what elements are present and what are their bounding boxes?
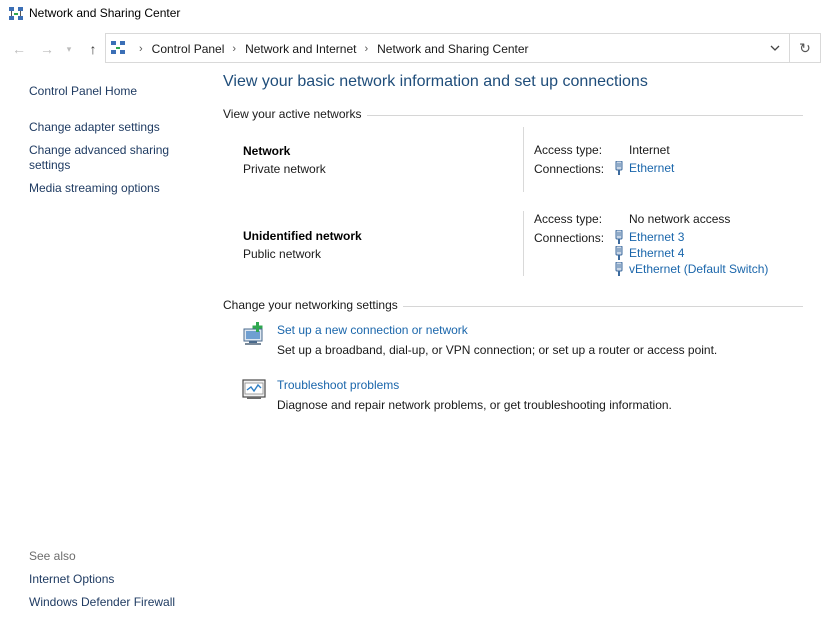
connection-name[interactable]: Ethernet <box>629 161 674 175</box>
troubleshoot-description: Diagnose and repair network problems, or… <box>277 398 672 412</box>
control-panel-home-link[interactable]: Control Panel Home <box>29 84 204 99</box>
troubleshoot-problems-link[interactable]: Troubleshoot problems <box>277 378 399 392</box>
access-type-label: Access type: <box>534 212 603 226</box>
connection-name[interactable]: Ethernet 4 <box>629 246 684 260</box>
connection-vethernet-link[interactable]: vEthernet (Default Switch) <box>613 262 768 276</box>
see-also-title: See also <box>29 549 76 563</box>
setup-connection-link[interactable]: Set up a new connection or network <box>277 323 468 337</box>
ethernet-icon <box>615 246 623 260</box>
chevron-down-icon[interactable] <box>767 40 783 56</box>
network-name: Unidentified network <box>243 229 362 243</box>
navigation-bar: ← → ▾ ↑ › Control Panel › Network and In… <box>0 32 827 64</box>
setup-connection-description: Set up a broadband, dial-up, or VPN conn… <box>277 343 718 357</box>
control-panel-icon <box>111 41 125 54</box>
breadcrumb-separator[interactable]: › <box>139 43 143 55</box>
sidebar: Control Panel Home Change adapter settin… <box>0 64 210 628</box>
network-divider <box>523 211 524 276</box>
connections-label: Connections: <box>534 231 605 245</box>
section-divider <box>360 115 803 116</box>
internet-options-link[interactable]: Internet Options <box>29 572 204 587</box>
defender-firewall-link[interactable]: Windows Defender Firewall <box>29 595 204 610</box>
network-divider <box>523 127 524 192</box>
network-category: Public network <box>243 247 322 261</box>
title-bar: Network and Sharing Center <box>0 0 827 26</box>
access-type-value: No network access <box>629 212 731 226</box>
change-advanced-sharing-link[interactable]: Change advanced sharing settings <box>29 143 189 173</box>
breadcrumb-control-panel[interactable]: Control Panel <box>152 42 225 56</box>
chevron-down-icon: ▾ <box>66 43 72 54</box>
connection-ethernet3-link[interactable]: Ethernet 3 <box>613 230 684 244</box>
ethernet-icon <box>615 262 623 276</box>
connection-name[interactable]: vEthernet (Default Switch) <box>629 262 768 276</box>
ethernet-icon <box>615 161 623 175</box>
forward-arrow-icon: → <box>40 41 54 57</box>
troubleshoot-icon <box>242 379 266 399</box>
active-networks-title: View your active networks <box>223 107 367 121</box>
change-adapter-settings-link[interactable]: Change adapter settings <box>29 120 204 135</box>
connection-ethernet4-link[interactable]: Ethernet 4 <box>613 246 684 260</box>
new-connection-icon <box>243 322 263 345</box>
refresh-button[interactable]: ↻ <box>790 33 821 63</box>
connection-name[interactable]: Ethernet 3 <box>629 230 684 244</box>
up-arrow-icon: ↑ <box>89 41 97 57</box>
back-arrow-icon: ← <box>12 41 26 57</box>
media-streaming-options-link[interactable]: Media streaming options <box>29 181 204 196</box>
back-button[interactable]: ← <box>10 40 28 58</box>
connections-label: Connections: <box>534 162 605 176</box>
access-type-label: Access type: <box>534 143 603 157</box>
connection-ethernet-link[interactable]: Ethernet <box>613 161 674 175</box>
up-button[interactable]: ↑ <box>84 40 102 58</box>
ethernet-icon <box>615 230 623 244</box>
breadcrumb: › Control Panel › Network and Internet ›… <box>131 42 529 56</box>
breadcrumb-separator[interactable]: › <box>232 43 236 55</box>
refresh-icon: ↻ <box>799 39 811 56</box>
network-category: Private network <box>243 162 326 176</box>
network-name: Network <box>243 144 291 158</box>
forward-button[interactable]: → <box>38 40 56 58</box>
page-title: View your basic network information and … <box>223 73 648 90</box>
access-type-value: Internet <box>629 143 670 157</box>
main-content: View your basic network information and … <box>210 64 827 628</box>
window-title: Network and Sharing Center <box>29 6 181 20</box>
section-divider <box>400 306 803 307</box>
network-sharing-icon <box>9 7 23 20</box>
breadcrumb-network-internet[interactable]: Network and Internet <box>245 42 356 56</box>
networking-settings-title: Change your networking settings <box>223 298 403 312</box>
breadcrumb-network-sharing-center[interactable]: Network and Sharing Center <box>377 42 528 56</box>
address-bar[interactable]: › Control Panel › Network and Internet ›… <box>105 33 790 63</box>
recent-locations-button[interactable]: ▾ <box>63 40 75 58</box>
breadcrumb-separator[interactable]: › <box>364 43 368 55</box>
